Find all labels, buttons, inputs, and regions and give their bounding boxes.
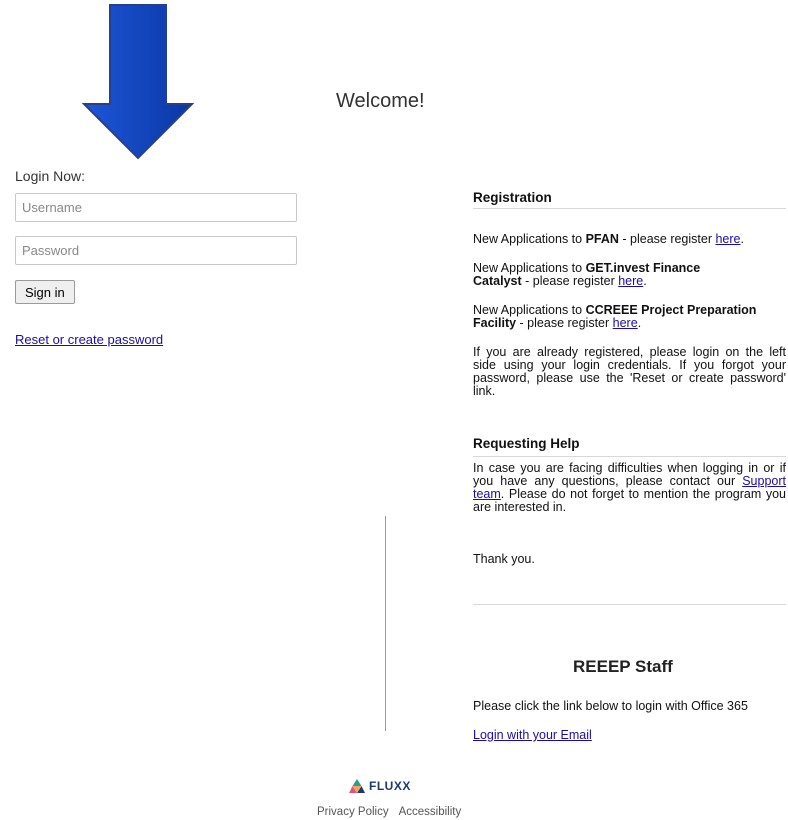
privacy-policy-link[interactable]: Privacy Policy [317,806,389,818]
ccreee-register-link[interactable]: here [613,316,638,330]
staff-text: Please click the link below to login wit… [473,699,748,713]
page-title: Welcome! [336,90,425,112]
footer-links: Privacy Policy Accessibility [317,806,471,818]
pfan-register-link[interactable]: here [715,232,740,246]
help-title: Requesting Help [473,436,580,451]
getinvest-registration-text: New Applications to GET.invest Finance C… [473,261,701,288]
login-label: Login Now: [15,168,86,184]
fluxx-brand-text: FLUXX [369,779,411,793]
fluxx-logo: FLUXX [349,778,411,794]
fluxx-logo-icon [349,779,365,793]
password-input[interactable] [15,236,297,265]
username-input[interactable] [15,193,297,222]
down-arrow-icon [82,4,194,160]
sign-in-button[interactable]: Sign in [15,280,75,304]
thank-you-text: Thank you. [473,552,535,566]
help-text: In case you are facing difficulties when… [473,461,786,514]
help-divider [473,456,786,457]
registration-divider [473,208,786,209]
ccreee-registration-text: New Applications to CCREEE Project Prepa… [473,303,757,330]
accessibility-link[interactable]: Accessibility [399,806,462,818]
getinvest-register-link[interactable]: here [618,274,643,288]
already-registered-text: If you are already registered, please lo… [473,345,786,398]
staff-divider [473,604,786,605]
email-login-link[interactable]: Login with your Email [473,729,592,742]
staff-title: REEEP Staff [573,657,673,676]
pfan-registration-text: New Applications to PFAN - please regist… [473,232,744,246]
reset-password-link[interactable]: Reset or create password [15,332,163,347]
vertical-divider [385,516,386,731]
registration-title: Registration [473,190,552,205]
